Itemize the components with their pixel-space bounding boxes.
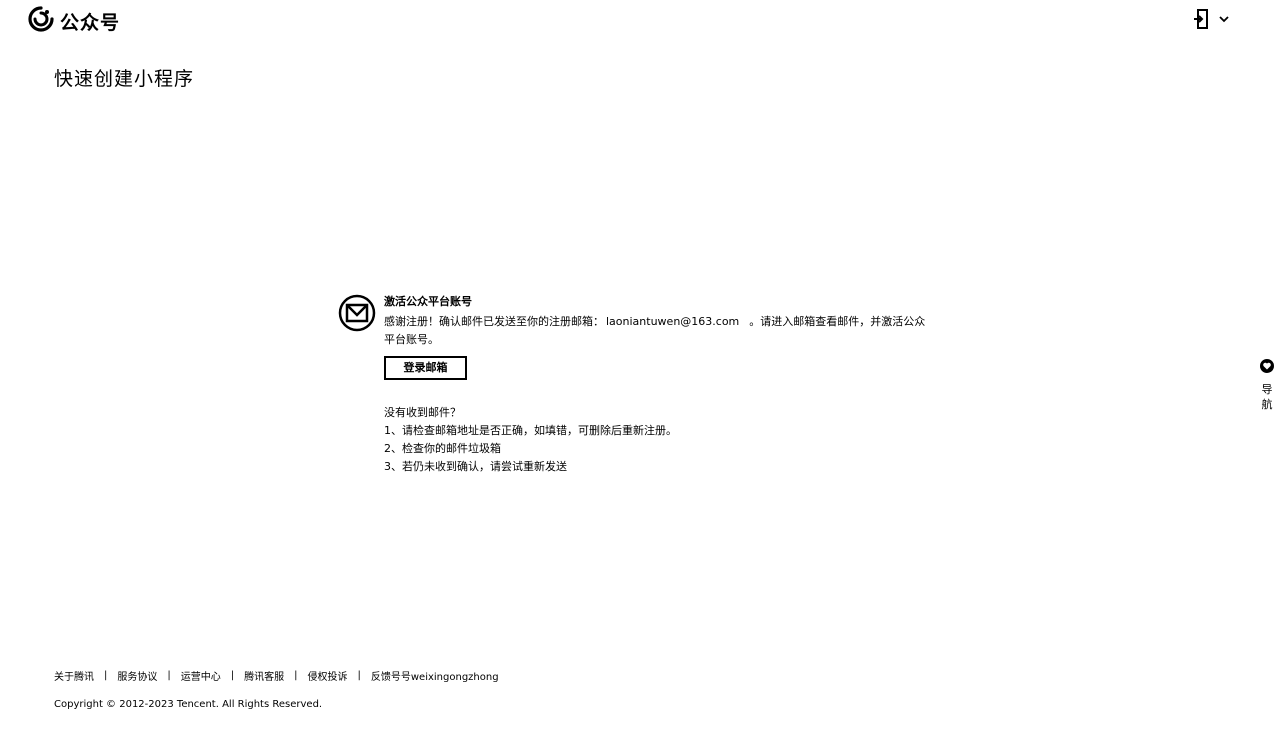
footer-link-feedback-account[interactable]: 反馈号号weixingongzhong [371, 668, 499, 683]
footer-link-customer-service[interactable]: 腾讯客服 [244, 668, 284, 683]
footer-separator: | [357, 670, 361, 681]
help-item: 3、若仍未收到确认，请尝试重新发送 [384, 460, 567, 473]
wechat-official-account-logo-icon [28, 6, 54, 36]
page-title: 快速创建小程序 [54, 68, 195, 90]
notice-message-prefix: 感谢注册！确认邮件已发送至你的注册邮箱： [384, 315, 604, 328]
notice-title: 激活公众平台账号 [384, 295, 472, 308]
help-section: 没有收到邮件？ 1、请检查邮箱地址是否正确，如填错，可删除后重新注册。 2、检查… [384, 404, 929, 476]
help-title: 没有收到邮件？ [384, 406, 461, 419]
side-navigation-button[interactable]: 导航 [1257, 359, 1277, 412]
logout-icon [1193, 9, 1209, 29]
help-item: 1、请检查邮箱地址是否正确，如填错，可删除后重新注册。 [384, 424, 677, 437]
heart-badge-icon [1257, 359, 1277, 373]
footer-separator: | [294, 670, 298, 681]
open-mailbox-button[interactable]: 登录邮箱 [384, 356, 467, 380]
mail-icon [338, 294, 376, 332]
footer-separator: | [167, 670, 171, 681]
footer-link-operations-center[interactable]: 运营中心 [181, 668, 221, 683]
footer-link-complaints[interactable]: 侵权投诉 [308, 668, 348, 683]
side-navigation-label: 导航 [1261, 383, 1273, 411]
copyright: Copyright © 2012-2023 Tencent. All Right… [54, 699, 323, 710]
help-item: 2、检查你的邮件垃圾箱 [384, 442, 501, 455]
top-bar: 公众号 [0, 0, 1280, 40]
footer-separator: | [104, 670, 108, 681]
brand-logo[interactable]: 公众号 [28, 6, 120, 36]
brand-name: 公众号 [60, 11, 121, 34]
registered-email: laoniantuwen@163.com [606, 315, 740, 328]
footer-separator: | [230, 670, 235, 681]
page: 公众号 快速创建小程序 激活公众平台账号 感谢注册！确认邮件已发送至你的注册邮箱… [0, 0, 1280, 744]
notice-body: 激活公众平台账号 感谢注册！确认邮件已发送至你的注册邮箱： laoniantuwe… [384, 294, 929, 476]
chevron-down-icon [1219, 15, 1229, 23]
notice-message: 感谢注册！确认邮件已发送至你的注册邮箱： laoniantuwen@163.com… [384, 313, 929, 349]
footer-link-service-agreement[interactable]: 服务协议 [117, 668, 157, 683]
footer-link-about[interactable]: 关于腾讯 [54, 668, 94, 683]
account-menu[interactable] [1193, 9, 1229, 29]
footer-links: 关于腾讯 | 服务协议 | 运营中心 | 腾讯客服 | 侵权投诉 | 反馈号号w… [54, 668, 499, 683]
